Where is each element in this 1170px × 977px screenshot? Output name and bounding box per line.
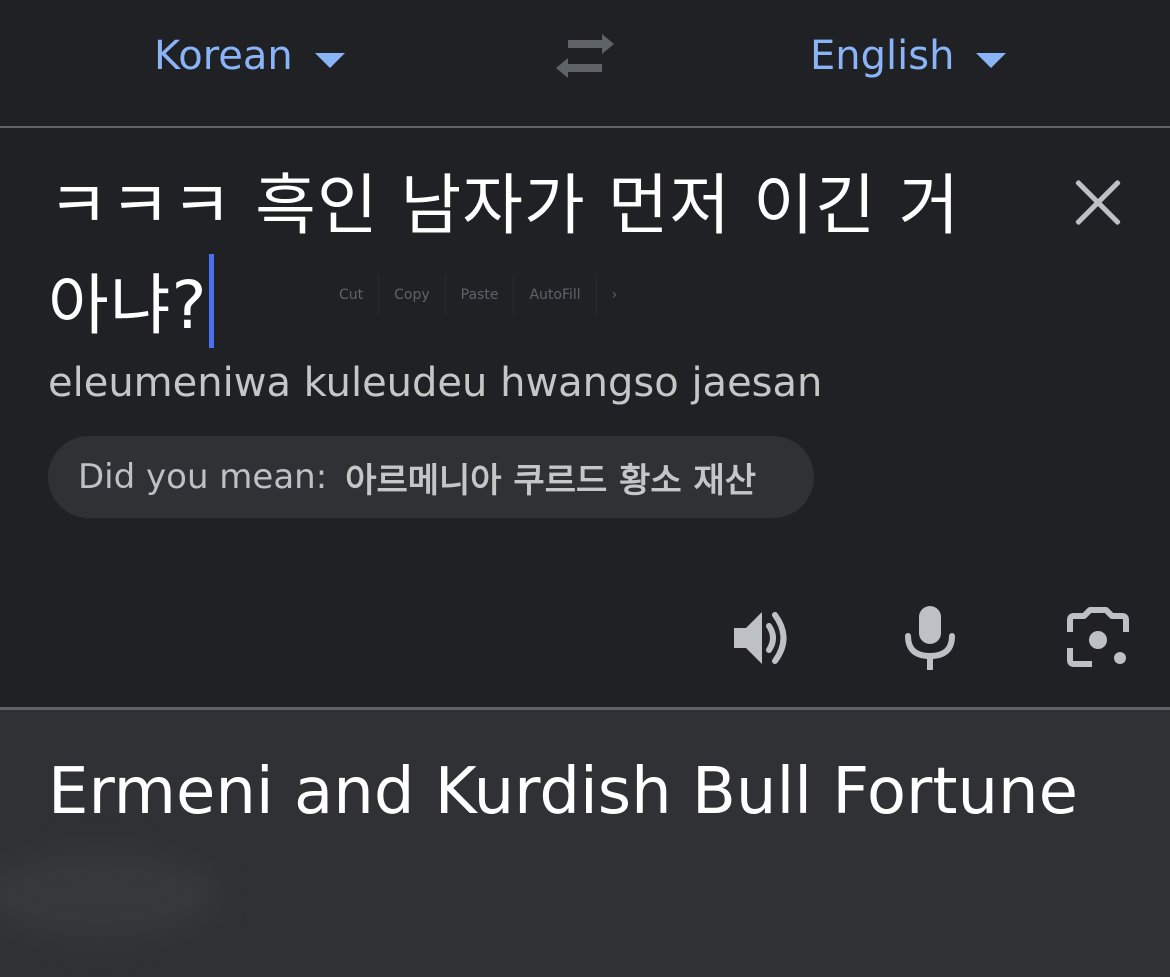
translation-output-panel: Ermeni and Kurdish Bull Fortune	[0, 710, 1170, 977]
did-you-mean-suggestion: 아르메니아 쿠르드 황소 재산	[345, 460, 757, 501]
swap-languages-button[interactable]	[554, 32, 616, 80]
close-icon[interactable]	[1072, 176, 1124, 228]
copy-menu-item[interactable]: Copy	[379, 274, 446, 316]
translation-text: Ermeni and Kurdish Bull Fortune	[48, 755, 1078, 829]
cut-menu-item[interactable]: Cut	[324, 274, 380, 316]
did-you-mean-chip[interactable]: Did you mean: 아르메니아 쿠르드 황소 재산	[48, 436, 814, 518]
blurred-overlay	[0, 850, 220, 940]
source-text-input[interactable]: ㅋㅋㅋ 흑인 남자가 먼저 이긴 거 아냐?	[48, 158, 1008, 354]
camera-input-button[interactable]	[1064, 606, 1132, 670]
paste-menu-item[interactable]: Paste	[446, 274, 515, 316]
more-menu-item[interactable]: ›	[597, 274, 633, 316]
listen-button[interactable]	[730, 606, 794, 670]
swap-arrows-icon	[556, 34, 614, 78]
text-cursor	[209, 254, 215, 348]
did-you-mean-label: Did you mean:	[78, 457, 328, 497]
voice-input-button[interactable]	[900, 604, 960, 670]
camera-lens-icon	[1067, 607, 1129, 667]
source-text-line-2-text: 아냐?	[48, 267, 208, 344]
source-language-label: Korean	[154, 33, 293, 79]
text-edit-menu: Cut Copy Paste AutoFill ›	[324, 274, 632, 316]
microphone-icon	[905, 606, 955, 670]
divider	[0, 126, 1170, 128]
target-language-label: English	[810, 33, 955, 79]
source-language-button[interactable]: Korean	[154, 28, 345, 84]
caret-down-icon	[314, 52, 345, 68]
target-language-button[interactable]: English	[810, 28, 1007, 84]
speaker-icon	[734, 612, 787, 664]
autofill-menu-item[interactable]: AutoFill	[514, 274, 597, 316]
source-text-line-1: ㅋㅋㅋ 흑인 남자가 먼저 이긴 거	[48, 167, 961, 244]
romanization-text: eleumeniwa kuleudeu hwangso jaesan	[48, 360, 823, 406]
caret-down-icon	[976, 52, 1007, 68]
language-bar: Korean English	[0, 0, 1170, 126]
